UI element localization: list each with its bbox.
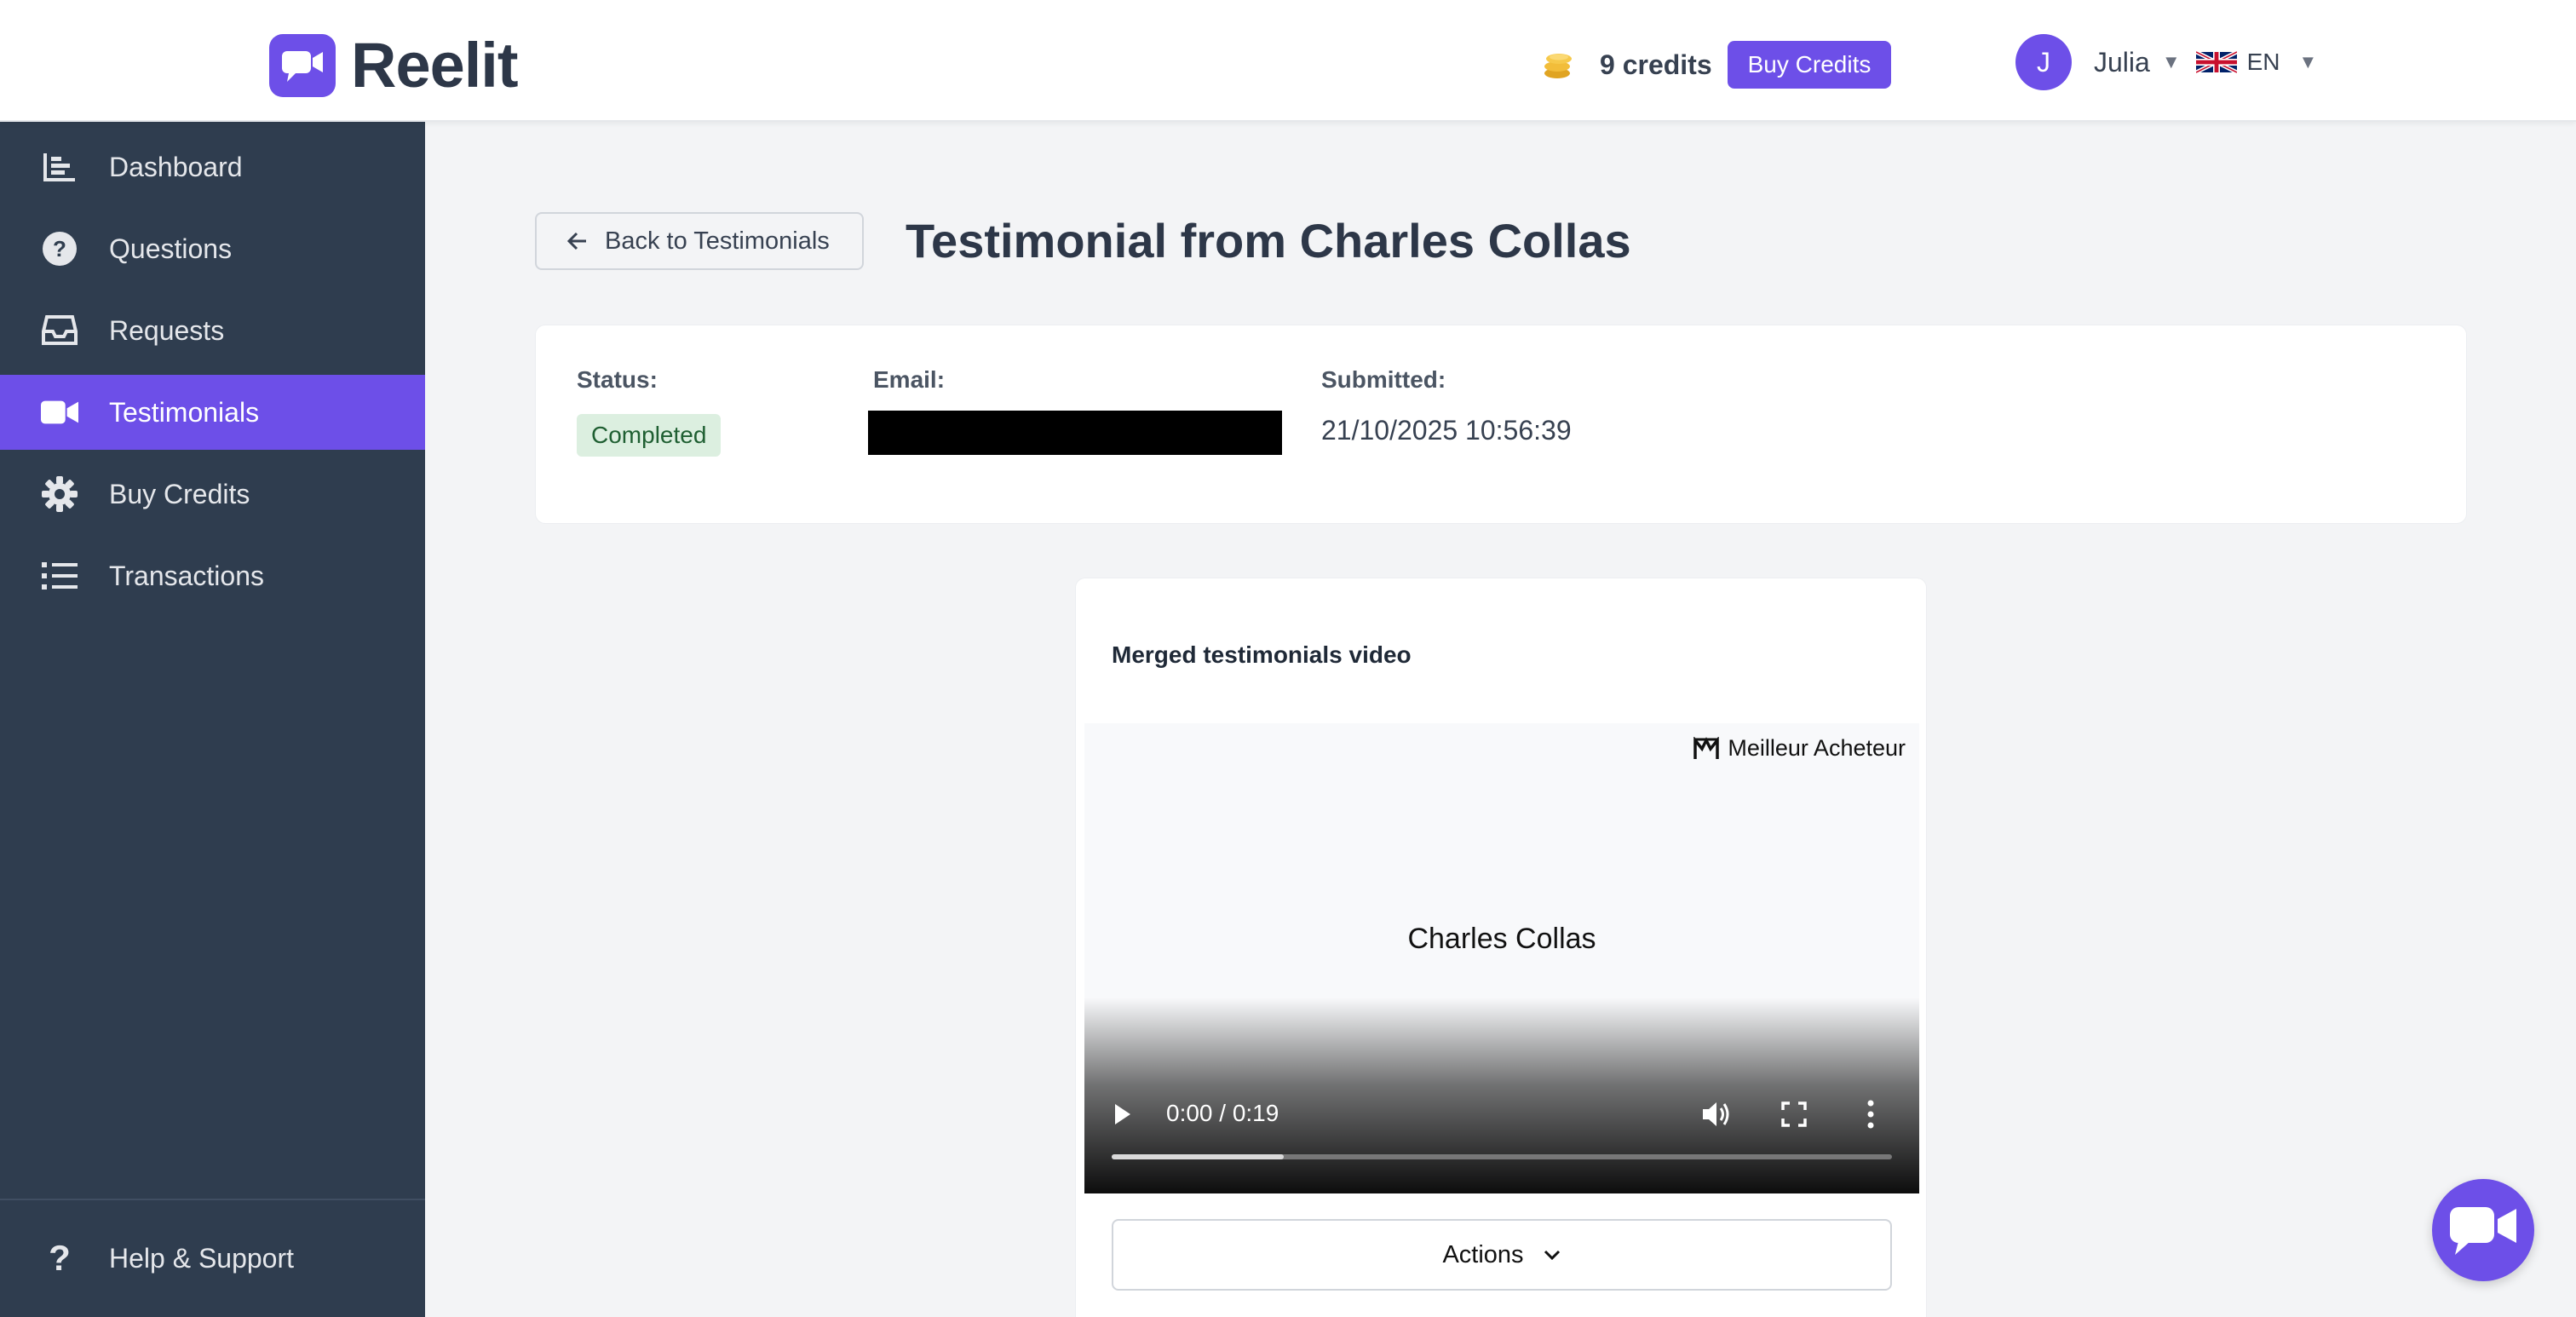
question-circle-icon: ? <box>41 230 78 267</box>
status-label: Status: <box>577 366 658 393</box>
sidebar-item-help-support[interactable]: ? Help & Support <box>0 1221 425 1296</box>
sidebar-divider <box>0 1199 425 1200</box>
bar-chart-icon <box>41 148 78 186</box>
sidebar-item-transactions[interactable]: Transactions <box>0 538 425 613</box>
user-name[interactable]: Julia <box>2094 47 2150 78</box>
meilleur-acheteur-logo-icon <box>1693 736 1720 759</box>
sidebar-item-label: Questions <box>109 233 233 264</box>
arrow-left-icon <box>566 232 586 250</box>
sidebar-item-buy-credits[interactable]: Buy Credits <box>0 457 425 532</box>
email-value-redacted <box>868 411 1282 455</box>
fullscreen-icon[interactable] <box>1781 1101 1807 1127</box>
logo-text: Reelit <box>351 30 519 101</box>
video-buffered-fill <box>1112 1154 1284 1159</box>
chat-widget-button[interactable] <box>2432 1179 2534 1281</box>
top-header: Reelit 9 credits Buy Credits J Julia ▼ E… <box>0 0 2576 122</box>
video-player[interactable]: Meilleur Acheteur Charles Collas 0:00 / … <box>1084 723 1919 1193</box>
list-icon <box>41 557 78 595</box>
more-options-icon[interactable] <box>1866 1100 1875 1129</box>
chevron-down-icon <box>1544 1250 1560 1261</box>
sidebar: Dashboard ? Questions Requests Testimoni… <box>0 122 425 1317</box>
back-to-testimonials-button[interactable]: Back to Testimonials <box>535 212 864 270</box>
app-logo[interactable]: Reelit <box>269 29 519 101</box>
page-title: Testimonial from Charles Collas <box>906 214 1631 267</box>
credits-balance: 9 credits <box>1600 49 1712 80</box>
video-progress-bar[interactable] <box>1112 1154 1892 1159</box>
chevron-down-icon[interactable]: ▼ <box>2299 51 2318 73</box>
back-button-label: Back to Testimonials <box>605 227 830 255</box>
submitted-label: Submitted: <box>1321 366 1446 393</box>
video-chat-icon <box>2450 1207 2516 1255</box>
chevron-down-icon[interactable]: ▼ <box>2162 51 2181 73</box>
inbox-icon <box>41 312 78 349</box>
sidebar-item-requests[interactable]: Requests <box>0 293 425 368</box>
sidebar-item-label: Testimonials <box>109 396 260 428</box>
video-card-title: Merged testimonials video <box>1112 641 1412 668</box>
video-controls-gradient <box>1084 998 1919 1193</box>
play-icon[interactable] <box>1113 1102 1132 1126</box>
sidebar-item-label: Dashboard <box>109 151 243 182</box>
sidebar-item-questions[interactable]: ? Questions <box>0 211 425 286</box>
user-menu[interactable]: J Julia ▼ EN ▼ <box>2015 34 2317 90</box>
buy-credits-button[interactable]: Buy Credits <box>1727 41 1892 89</box>
svg-text:?: ? <box>53 236 66 262</box>
sidebar-item-testimonials[interactable]: Testimonials <box>0 375 425 450</box>
sidebar-item-dashboard[interactable]: Dashboard <box>0 129 425 204</box>
actions-label: Actions <box>1442 1240 1524 1268</box>
sidebar-item-label: Requests <box>109 314 225 346</box>
video-chat-icon <box>269 33 336 97</box>
language-selector[interactable]: EN <box>2247 49 2280 76</box>
email-label: Email: <box>873 366 946 393</box>
coins-icon <box>1544 54 1572 78</box>
status-badge: Completed <box>577 414 722 457</box>
sidebar-item-label: Transactions <box>109 560 264 591</box>
video-person-name: Charles Collas <box>1407 923 1596 955</box>
testimonial-info-card: Status: Completed Email: Submitted: 21/1… <box>535 325 2467 524</box>
actions-dropdown-button[interactable]: Actions <box>1112 1219 1892 1291</box>
video-time: 0:00 / 0:19 <box>1166 1100 1279 1126</box>
volume-icon[interactable] <box>1701 1100 1732 1129</box>
avatar[interactable]: J <box>2015 34 2072 90</box>
video-brand-text: Meilleur Acheteur <box>1728 735 1906 761</box>
video-brand-overlay: Meilleur Acheteur <box>1693 735 1906 762</box>
gear-icon <box>41 475 78 513</box>
uk-flag-icon[interactable] <box>2195 49 2237 75</box>
sidebar-item-label: Buy Credits <box>109 478 250 509</box>
question-mark-icon: ? <box>49 1238 71 1278</box>
submitted-value: 21/10/2025 10:56:39 <box>1321 415 1572 446</box>
credits-area: 9 credits Buy Credits <box>1538 41 1892 89</box>
sidebar-item-label: Help & Support <box>109 1242 295 1274</box>
merged-video-card: Merged testimonials video Meilleur Achet… <box>1075 578 1927 1317</box>
video-camera-icon <box>41 394 78 431</box>
